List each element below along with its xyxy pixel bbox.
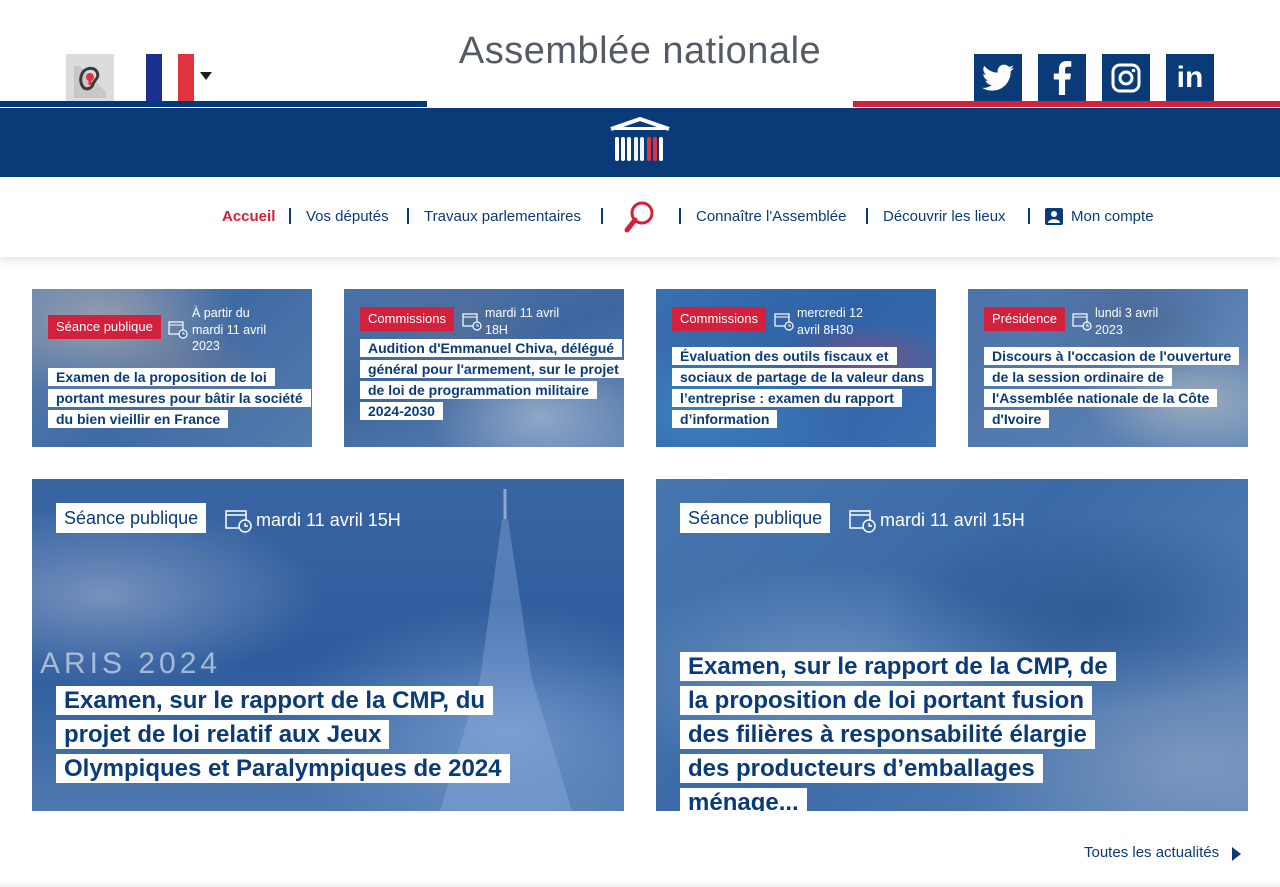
nav-item-travaux-parlementaires[interactable]: Travaux parlementaires (424, 208, 581, 225)
news-card[interactable]: Présidence lundi 3 avril 2023 Discours à… (968, 289, 1248, 447)
nav-separator (866, 208, 868, 224)
card-category-tag: Présidence (984, 307, 1066, 331)
twitter-icon (982, 64, 1014, 91)
linkedin-icon: in (1176, 61, 1204, 94)
nav-item-mon-compte[interactable]: Mon compte (1071, 208, 1154, 225)
card-category-tag: Séance publique (680, 503, 831, 533)
facebook-link[interactable] (1038, 54, 1086, 102)
calendar-clock-icon (774, 313, 794, 331)
calendar-clock-icon (1072, 313, 1092, 331)
card-date: mardi 11 avril 15H (880, 510, 1025, 530)
ear-accessibility-icon (74, 66, 106, 98)
french-flag-icon (146, 54, 194, 102)
card-title: Discours à l'occasion de l'ouverture de … (984, 346, 1246, 430)
top-bar: Assemblée nationale in (0, 0, 1280, 108)
card-category-tag: Séance publique (56, 503, 207, 533)
nav-item-vos-deputes[interactable]: Vos députés (306, 208, 389, 225)
featured-news-card[interactable]: ARIS 2024 Séance publique mardi 11 avril… (32, 479, 624, 811)
main-nav: Accueil Vos députés Travaux parlementair… (0, 177, 1280, 257)
chevron-down-icon (200, 72, 212, 80)
search-button[interactable] (622, 199, 660, 237)
nav-separator (679, 208, 681, 224)
calendar-clock-icon (225, 510, 252, 533)
home-logo-link[interactable] (603, 108, 676, 177)
card-date: mardi 11 avril 15H (256, 510, 401, 530)
twitter-link[interactable] (974, 54, 1022, 102)
assemblee-hemicycle-logo-icon (609, 116, 670, 161)
top-divider-blue (0, 101, 427, 107)
card-date: À partir du mardi 11 avril 2023 (192, 306, 267, 353)
card-date: lundi 3 avril 2023 (1095, 306, 1159, 337)
nav-item-decouvrir-lieux[interactable]: Découvrir les lieux (883, 208, 1006, 225)
card-category-tag: Commissions (360, 307, 455, 331)
nav-separator (1028, 208, 1030, 224)
card-date: mardi 11 avril 18H (485, 306, 560, 337)
featured-news-card[interactable]: Séance publique mardi 11 avril 15H Exame… (656, 479, 1248, 811)
facebook-icon (1053, 61, 1072, 95)
card-category-tag: Séance publique (48, 315, 161, 339)
nav-separator (601, 208, 603, 224)
top-divider-white (427, 104, 853, 107)
news-card[interactable]: Commissions mardi 11 avril 18H Audition … (344, 289, 624, 447)
bottom-shade (0, 880, 1280, 887)
nav-separator (289, 208, 291, 224)
instagram-link[interactable] (1102, 54, 1150, 102)
calendar-clock-icon (462, 313, 482, 331)
card-title: Examen de la proposition de loi portant … (48, 367, 311, 430)
account-icon (1045, 208, 1063, 225)
card-title: Audition d'Emmanuel Chiva, délégué génér… (360, 338, 624, 422)
nav-separator (407, 208, 409, 224)
card-category-tag: Commissions (672, 307, 767, 331)
language-selector[interactable] (146, 54, 218, 102)
card-title: Examen, sur le rapport de la CMP, du pro… (56, 684, 516, 786)
site-title: Assemblée nationale (458, 30, 822, 72)
instagram-icon (1111, 63, 1141, 93)
nav-item-accueil[interactable]: Accueil (222, 208, 275, 225)
accessibility-button[interactable] (66, 54, 114, 102)
chevron-right-icon (1232, 847, 1241, 861)
all-news-link[interactable]: Toutes les actualités (1084, 844, 1219, 861)
linkedin-link[interactable]: in (1166, 54, 1214, 102)
calendar-clock-icon (849, 510, 876, 533)
top-divider-red (853, 101, 1280, 107)
news-card[interactable]: Commissions mercredi 12 avril 8H30 Évalu… (656, 289, 936, 447)
paris-2024-image-text: ARIS 2024 (40, 647, 222, 680)
nav-item-connaitre-assemblee[interactable]: Connaître l'Assemblée (696, 208, 846, 225)
card-title: Évaluation des outils fiscaux et sociaux… (672, 346, 934, 430)
card-date: mercredi 12 avril 8H30 (797, 306, 863, 337)
news-card[interactable]: Séance publique À partir du mardi 11 avr… (32, 289, 312, 447)
calendar-clock-icon (168, 321, 188, 339)
search-icon (624, 201, 654, 233)
card-title: Examen, sur le rapport de la CMP, de la … (680, 650, 1130, 811)
